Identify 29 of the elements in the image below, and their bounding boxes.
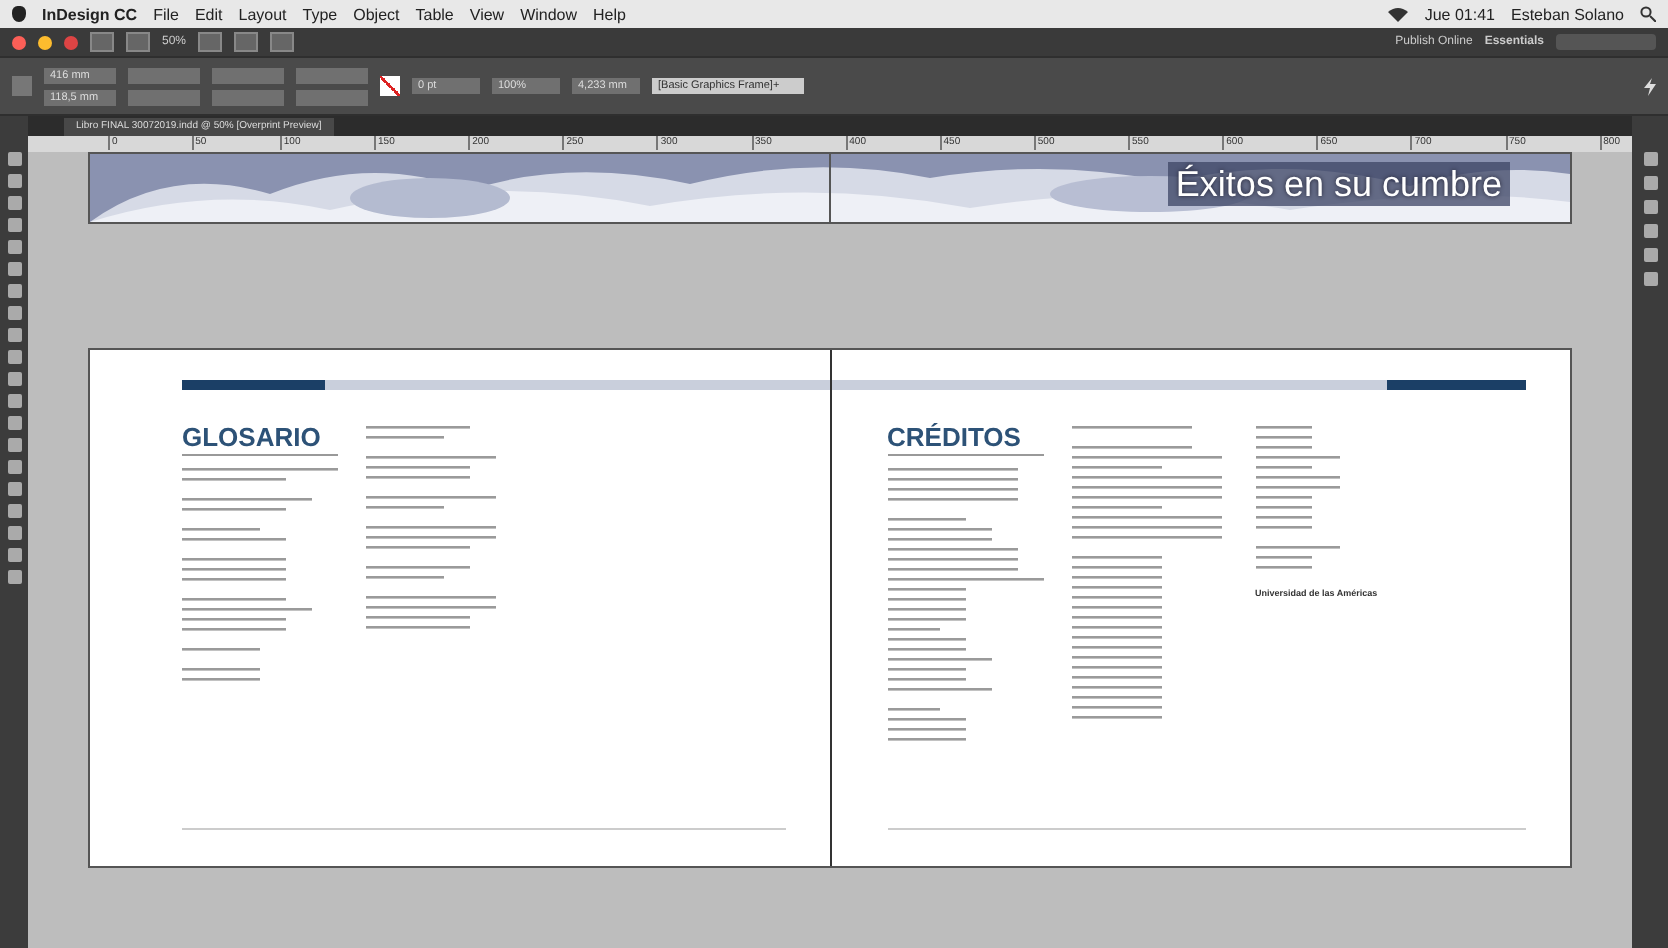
search-icon[interactable] — [1640, 6, 1656, 22]
page-title: GLOSARIO — [182, 422, 338, 456]
menu-item[interactable]: File — [153, 5, 179, 23]
rotate-field[interactable] — [296, 67, 368, 83]
menu-item[interactable]: Help — [593, 5, 626, 23]
app-menu[interactable]: InDesign CC — [42, 5, 138, 23]
close-button[interactable] — [12, 35, 26, 49]
menu-item[interactable]: Object — [353, 5, 400, 23]
menu-item[interactable]: Edit — [194, 5, 223, 23]
width-field[interactable] — [128, 67, 200, 83]
menu-item[interactable]: Type — [302, 5, 338, 23]
scale-y-field[interactable] — [212, 89, 284, 105]
wifi-icon[interactable] — [1388, 6, 1409, 22]
minimize-button[interactable] — [38, 35, 52, 49]
menu-item[interactable]: Layout — [238, 5, 287, 23]
scale-x-field[interactable] — [212, 67, 284, 83]
menu-item[interactable]: View — [469, 5, 505, 23]
lightning-icon[interactable] — [1644, 77, 1656, 95]
user-name[interactable]: Esteban Solano — [1511, 5, 1624, 23]
shear-field[interactable] — [296, 89, 368, 105]
page-title: CRÉDITOS — [887, 422, 1043, 456]
search-field[interactable] — [1556, 34, 1656, 50]
menu-item[interactable]: Table — [415, 5, 454, 23]
zoom-button[interactable] — [64, 35, 78, 49]
height-field[interactable] — [128, 89, 200, 105]
clock-text: Jue 01:41 — [1424, 5, 1495, 23]
menu-item[interactable]: Window — [520, 5, 578, 23]
banner-title: Éxitos en su cumbre — [1167, 162, 1510, 206]
fill-swatch-icon[interactable] — [380, 76, 400, 96]
